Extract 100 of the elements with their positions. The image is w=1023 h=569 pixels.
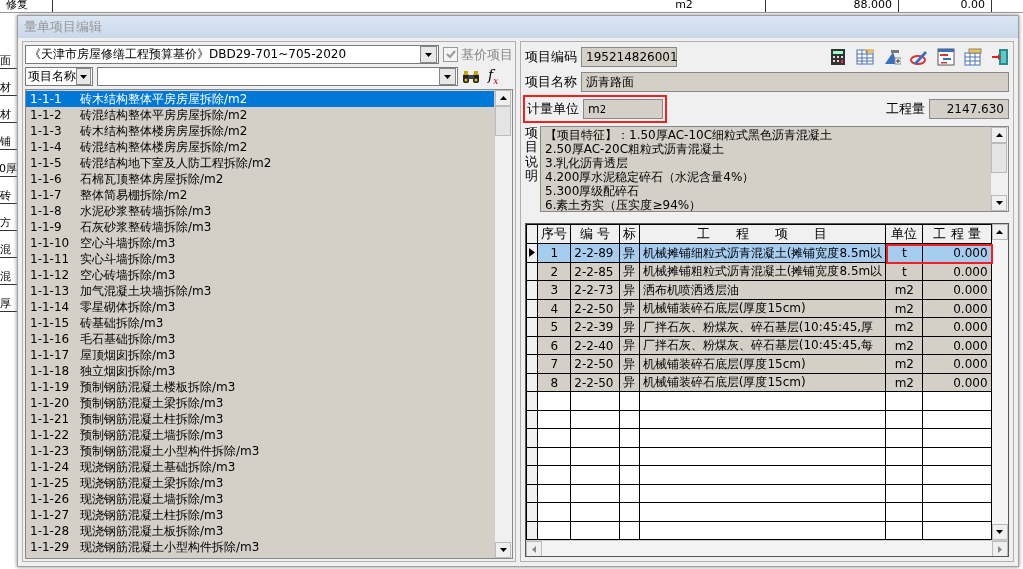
- item-code: 1-1-8: [30, 203, 63, 219]
- item-name: 砖混结构整体平房房屋拆除/m2: [80, 107, 248, 123]
- item-name: 现浇钢筋混凝土梁拆除/m3: [80, 475, 224, 491]
- list-item[interactable]: 1-1-7 整体简易棚拆除/m2: [26, 187, 494, 203]
- scrollbar-thumb[interactable]: [495, 106, 511, 136]
- item-name: 预制钢筋混凝土墙拆除/m3: [80, 427, 224, 443]
- item-code: 1-1-23: [30, 443, 71, 459]
- scrollbar[interactable]: [990, 127, 1008, 211]
- list-item[interactable]: 1-1-20 预制钢筋混凝土梁拆除/m3: [26, 395, 494, 411]
- list-item[interactable]: 1-1-1 砖木结构整体平房房屋拆除/m2: [26, 91, 494, 107]
- field-label: 计量单位: [527, 100, 579, 118]
- item-name: 现浇钢筋混凝土小型构件拆除/m3: [80, 539, 260, 555]
- item-code: 1-1-18: [30, 363, 71, 379]
- list-item[interactable]: 1-1-16 毛石基础拆除/m3: [26, 331, 494, 347]
- tools-icon[interactable]: [883, 48, 901, 66]
- item-code: 1-1-3: [30, 123, 63, 139]
- list-item[interactable]: 1-1-24 现浇钢筋混凝土基础拆除/m3: [26, 459, 494, 475]
- item-code: 1-1-6: [30, 171, 63, 187]
- list-item[interactable]: 1-1-23 预制钢筋混凝土小型构件拆除/m3: [26, 443, 494, 459]
- list-item[interactable]: 1-1-22 预制钢筋混凝土墙拆除/m3: [26, 427, 494, 443]
- item-name: 石灰砂浆整砖墙拆除/m3: [80, 219, 212, 235]
- quantity-field[interactable]: 2147.630: [929, 99, 1009, 119]
- item-code: 1-1-22: [30, 427, 71, 443]
- list-item[interactable]: 1-1-25 现浇钢筋混凝土梁拆除/m3: [26, 475, 494, 491]
- column-header[interactable]: 标: [619, 224, 640, 244]
- column-header[interactable]: 工 程 项 目: [639, 224, 886, 244]
- column-header[interactable]: 序号: [537, 224, 571, 244]
- background-cell: m2: [603, 0, 766, 12]
- list-item[interactable]: 1-1-21 预制钢筋混凝土柱拆除/m3: [26, 411, 494, 427]
- description-line: 3.乳化沥青透层: [545, 156, 630, 170]
- name-field[interactable]: 沥青路面: [581, 72, 1009, 92]
- item-code: 1-1-26: [30, 491, 71, 507]
- background-cell: 0.00: [899, 0, 992, 12]
- list-item[interactable]: 1-1-14 零星砌体拆除/m3: [26, 299, 494, 315]
- list-item[interactable]: 1-1-17 屋顶烟囱拆除/m3: [26, 347, 494, 363]
- list-item[interactable]: 1-1-3 砖木结构整体楼房房屋拆除/m2: [26, 123, 494, 139]
- list-item[interactable]: 1-1-2 砖混结构整体平房房屋拆除/m2: [26, 107, 494, 123]
- list-item[interactable]: 1-1-26 现浇钢筋混凝土墙拆除/m3: [26, 491, 494, 507]
- item-name: 砖木结构整体楼房房屋拆除/m2: [80, 123, 248, 139]
- item-code: 1-1-25: [30, 475, 71, 491]
- list-item[interactable]: 1-1-6 石棉瓦顶整体房屋拆除/m2: [26, 171, 494, 187]
- item-name: 整体简易棚拆除/m2: [80, 187, 188, 203]
- exit-door-icon[interactable]: [991, 48, 1009, 66]
- list-item[interactable]: 1-1-13 加气混凝土块墙拆除/m3: [26, 283, 494, 299]
- horizontal-scrollbar[interactable]: [526, 540, 1008, 556]
- list-item[interactable]: 1-1-4 砖混结构整体楼房房屋拆除/m2: [26, 139, 494, 155]
- item-code: 1-1-16: [30, 331, 71, 347]
- search-mode-dropdown[interactable]: 项目名称: [25, 67, 93, 86]
- column-header[interactable]: 工 程 量: [922, 224, 992, 244]
- item-code: 1-1-7: [30, 187, 63, 203]
- scrollbar-thumb[interactable]: [991, 143, 1007, 173]
- pencil-icon[interactable]: [910, 48, 928, 66]
- item-code: 1-1-27: [30, 507, 71, 523]
- scroll-down-icon: [995, 201, 1003, 205]
- code-field[interactable]: 195214826001: [581, 47, 677, 67]
- scroll-up-icon: [996, 230, 1004, 234]
- column-header[interactable]: 单位: [885, 224, 923, 244]
- search-field[interactable]: [97, 67, 458, 86]
- description-line: 4.200厚水泥稳定碎石（水泥含量4%）: [545, 170, 756, 184]
- field-label: 项目说明: [525, 126, 538, 185]
- item-name: 石棉瓦顶整体房屋拆除/m2: [80, 171, 224, 187]
- item-name: 砖混结构地下室及人防工程拆除/m2: [80, 155, 272, 171]
- description-box[interactable]: 【项目特征】：1.50厚AC-10C细粒式黑色沥青混凝土 2.50厚AC-20C粗粒式沥青混凝土 3.乳化沥青透层 4.200厚水泥稳定碎石（水泥含量4%） 5.300厚级配碎石 6.素土夯实（压实度≥94%）: [540, 126, 1009, 212]
- item-name: 零星砌体拆除/m3: [80, 299, 176, 315]
- item-code: 1-1-19: [30, 379, 71, 395]
- list-item[interactable]: 1-1-18 独立烟囱拆除/m3: [26, 363, 494, 379]
- table-icon[interactable]: [856, 48, 874, 66]
- list-item[interactable]: 1-1-28 现浇钢筋混凝土板拆除/m3: [26, 523, 494, 539]
- item-code: 1-1-11: [30, 251, 71, 267]
- item-name: 现浇钢筋混凝土柱拆除/m3: [80, 507, 224, 523]
- field-label: 项目名称: [525, 73, 577, 91]
- description-line: 【项目特征】：1.50厚AC-10C细粒式黑色沥青混凝土: [545, 128, 834, 142]
- list-item[interactable]: 1-1-5 砖混结构地下室及人防工程拆除/m2: [26, 155, 494, 171]
- item-code: 1-1-20: [30, 395, 71, 411]
- item-code: 1-1-9: [30, 219, 63, 235]
- list-item[interactable]: 1-1-10 空心斗墙拆除/m3: [26, 235, 494, 251]
- scroll-up-icon: [995, 133, 1003, 137]
- item-name: 现浇钢筋混凝土基础拆除/m3: [80, 459, 236, 475]
- caret-icon: [80, 74, 87, 79]
- scrollbar[interactable]: [494, 90, 512, 558]
- item-code: 1-1-15: [30, 315, 71, 331]
- list-item[interactable]: 1-1-19 预制钢筋混凝土楼板拆除/m3: [26, 379, 494, 395]
- library-dropdown[interactable]: 《天津市房屋修缮工程预算基价》DBD29-701~705-2020: [25, 45, 439, 64]
- formula-button[interactable]: f$_{x}$: [484, 67, 503, 86]
- list-item[interactable]: 1-1-15 砖基础拆除/m3: [26, 315, 494, 331]
- item-name: 现浇钢筋混凝土墙拆除/m3: [80, 491, 224, 507]
- list-item[interactable]: 1-1-9 石灰砂浆整砖墙拆除/m3: [26, 219, 494, 235]
- list-item[interactable]: 1-1-12 空心砖墙拆除/m3: [26, 267, 494, 283]
- list-item[interactable]: 1-1-27 现浇钢筋混凝土柱拆除/m3: [26, 507, 494, 523]
- item-name: 预制钢筋混凝土柱拆除/m3: [80, 411, 224, 427]
- list-item[interactable]: 1-1-8 水泥砂浆整砖墙拆除/m3: [26, 203, 494, 219]
- calculator-icon[interactable]: [829, 48, 847, 66]
- column-header[interactable]: 编 号: [570, 224, 620, 244]
- item-code: 1-1-24: [30, 459, 71, 475]
- ruler-table-icon[interactable]: [964, 48, 982, 66]
- item-name: 空心砖墙拆除/m3: [80, 267, 176, 283]
- list-item[interactable]: 1-1-11 实心斗墙拆除/m3: [26, 251, 494, 267]
- item-code: 1-1-14: [30, 299, 71, 315]
- chart-icon[interactable]: [937, 48, 955, 66]
- list-item[interactable]: 1-1-29 现浇钢筋混凝土小型构件拆除/m3: [26, 539, 494, 555]
